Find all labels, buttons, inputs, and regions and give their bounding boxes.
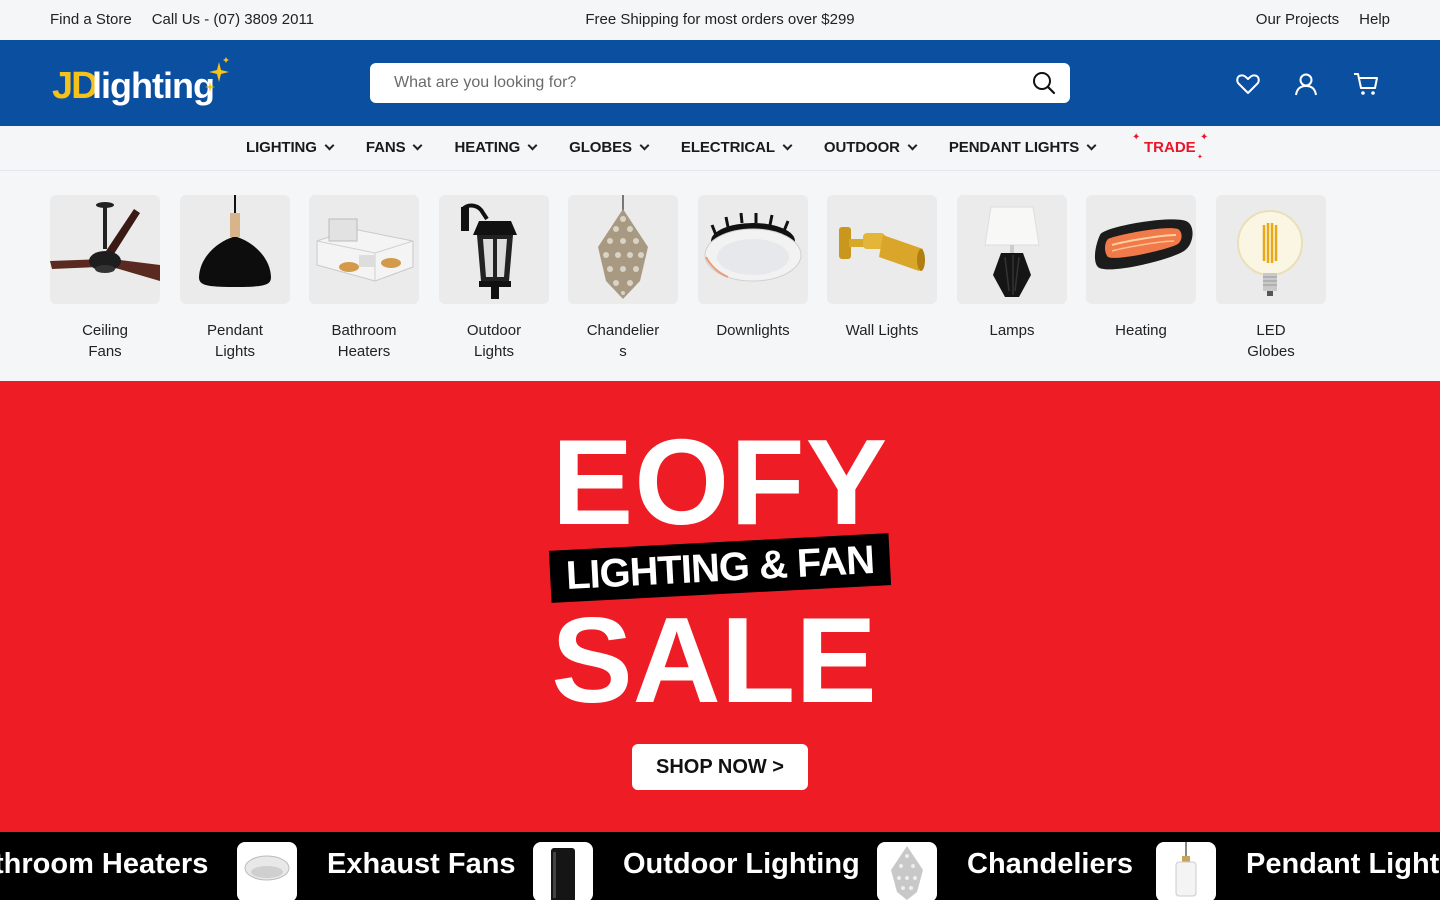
jd-lighting-logo[interactable]: JD lighting xyxy=(52,56,232,107)
category-ceiling-fans[interactable]: Ceiling Fans xyxy=(50,195,160,362)
outdoor-light-thumbnail[interactable] xyxy=(533,842,593,900)
nav-label: ELECTRICAL xyxy=(680,139,775,156)
category-label: Ceiling Fans xyxy=(82,322,128,360)
led-globe-image xyxy=(1216,195,1326,304)
chevron-down-icon xyxy=(1086,140,1097,151)
utility-bar: Find a Store Call Us - (07) 3809 2011 Fr… xyxy=(0,0,1440,40)
heart-icon[interactable] xyxy=(1235,71,1261,97)
help-link[interactable]: Help xyxy=(1359,11,1390,28)
marquee-item[interactable]: Pendant Lights xyxy=(1246,835,1440,893)
heater-image xyxy=(1086,195,1196,304)
nav-label: PENDANT LIGHTS xyxy=(948,139,1080,156)
nav-label: LIGHTING xyxy=(246,139,317,156)
nav-globes[interactable]: GLOBES xyxy=(569,139,650,156)
category-label: Pendant Lights xyxy=(207,322,263,360)
marquee-item[interactable]: Outdoor Lighting xyxy=(623,835,860,893)
downlight-image xyxy=(698,195,808,304)
hero-headline: EOFY xyxy=(551,414,889,550)
category-label: Wall Lights xyxy=(845,322,919,339)
pendant-light-image xyxy=(180,195,290,304)
utility-left: Find a Store Call Us - (07) 3809 2011 xyxy=(50,11,314,28)
find-store-link[interactable]: Find a Store xyxy=(50,11,132,28)
our-projects-link[interactable]: Our Projects xyxy=(1256,11,1339,28)
nav-outdoor[interactable]: OUTDOOR xyxy=(823,139,918,156)
svg-text:lighting: lighting xyxy=(92,65,214,106)
nav-label: OUTDOOR xyxy=(823,139,900,156)
nav-heating[interactable]: HEATING xyxy=(454,139,538,156)
shop-now-button[interactable]: SHOP NOW > xyxy=(632,744,808,790)
category-chandeliers[interactable]: Chandeliers xyxy=(568,195,678,362)
sparkle-icon: ✦ xyxy=(1197,154,1203,161)
chevron-down-icon xyxy=(782,140,793,151)
chandelier-thumbnail[interactable] xyxy=(877,842,937,900)
hero-subheadline: SALE xyxy=(551,592,877,728)
category-label: Bathroom Heaters xyxy=(331,322,397,360)
category-heating[interactable]: Heating xyxy=(1086,195,1196,341)
category-led-globes[interactable]: LED Globes xyxy=(1216,195,1326,362)
nav-pendant-lights[interactable]: PENDANT LIGHTS xyxy=(948,139,1097,156)
wall-light-image xyxy=(827,195,937,304)
ceiling-fan-image xyxy=(50,195,160,304)
marquee-item[interactable]: Exhaust Fans xyxy=(327,835,516,893)
user-icon[interactable] xyxy=(1293,71,1319,97)
call-us-link[interactable]: Call Us - (07) 3809 2011 xyxy=(152,11,314,28)
site-header: JD lighting xyxy=(0,40,1440,126)
category-outdoor-lights[interactable]: Outdoor Lights xyxy=(439,195,549,362)
chevron-down-icon xyxy=(907,140,918,151)
marquee-item[interactable]: Chandeliers xyxy=(967,835,1133,893)
nav-trade[interactable]: TRADE xyxy=(1144,139,1196,156)
nav-label: GLOBES xyxy=(569,139,632,156)
nav-fans[interactable]: FANS xyxy=(365,139,423,156)
cart-icon[interactable] xyxy=(1353,71,1379,97)
downlight-thumbnail[interactable] xyxy=(237,842,297,900)
lamp-image xyxy=(957,195,1067,304)
chevron-down-icon xyxy=(324,140,335,151)
marquee-item[interactable]: throom Heaters xyxy=(0,835,208,893)
category-label: Outdoor Lights xyxy=(466,322,522,360)
category-label: Chandeliers xyxy=(586,322,660,360)
search-icon[interactable] xyxy=(1032,71,1056,95)
category-label: Downlights xyxy=(716,322,790,339)
category-marquee: throom Heaters Exhaust Fans Outdoor Ligh… xyxy=(0,832,1440,900)
chevron-down-icon xyxy=(527,140,538,151)
category-downlights[interactable]: Downlights xyxy=(698,195,808,341)
outdoor-light-image xyxy=(439,195,549,304)
search-input[interactable] xyxy=(370,63,1010,103)
chevron-down-icon xyxy=(639,140,650,151)
category-label: Lamps xyxy=(989,322,1035,339)
category-wall-lights[interactable]: Wall Lights xyxy=(827,195,937,341)
eofy-sale-banner[interactable]: EOFY LIGHTING & FAN SALE SHOP NOW > xyxy=(0,381,1440,832)
category-pendant-lights[interactable]: Pendant Lights xyxy=(180,195,290,362)
nav-label: FANS xyxy=(365,139,406,156)
nav-electrical[interactable]: ELECTRICAL xyxy=(680,139,793,156)
chandelier-image xyxy=(568,195,678,304)
category-lamps[interactable]: Lamps xyxy=(957,195,1067,341)
utility-right: Our Projects Help xyxy=(1256,11,1390,28)
nav-label: HEATING xyxy=(454,139,521,156)
search-bar xyxy=(370,63,1070,103)
category-label: LED Globes xyxy=(1247,322,1295,360)
category-strip: Ceiling Fans Pendant Lights Bathroom Hea… xyxy=(0,171,1440,381)
sparkle-icon: ✦ xyxy=(1200,132,1209,143)
chevron-down-icon xyxy=(413,140,423,151)
bathroom-heater-image xyxy=(309,195,419,304)
svg-text:JD: JD xyxy=(52,65,97,106)
nav-lighting[interactable]: LIGHTING xyxy=(246,139,335,156)
category-bathroom-heaters[interactable]: Bathroom Heaters xyxy=(309,195,419,362)
sparkle-icon: ✦ xyxy=(1132,132,1141,143)
main-navigation: LIGHTING FANS HEATING GLOBES ELECTRICAL … xyxy=(0,126,1440,171)
pendant-thumbnail[interactable] xyxy=(1156,842,1216,900)
category-label: Heating xyxy=(1115,322,1167,339)
